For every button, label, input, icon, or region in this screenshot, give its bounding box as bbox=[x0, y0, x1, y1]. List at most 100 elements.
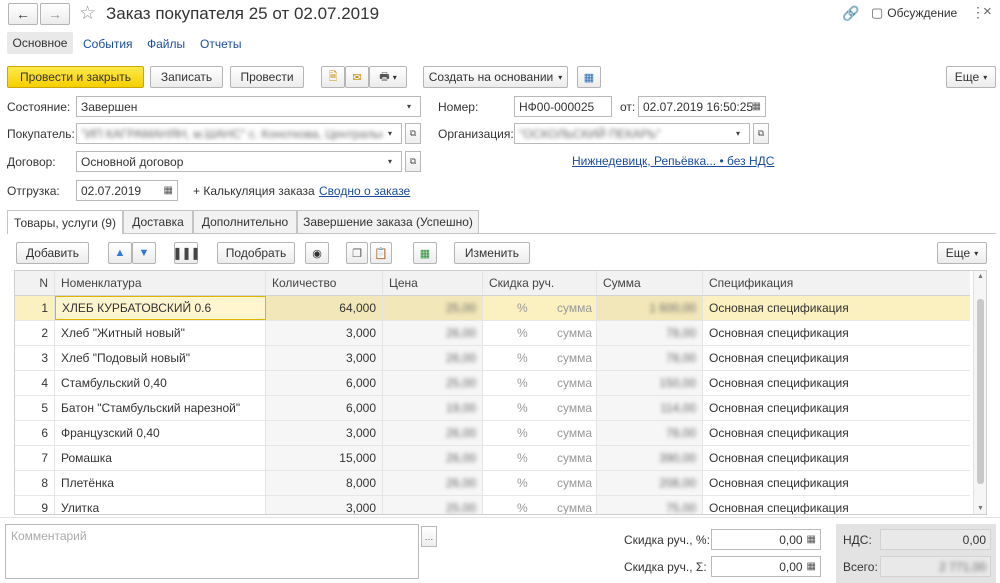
more-button[interactable]: Еще ▾ bbox=[946, 66, 996, 88]
price-cell[interactable]: 25,00 bbox=[383, 496, 483, 514]
add-row-button[interactable]: Добавить bbox=[16, 242, 89, 264]
row-number[interactable]: 9 bbox=[15, 496, 55, 514]
specification-cell[interactable]: Основная спецификация bbox=[703, 446, 970, 470]
sum-cell[interactable]: 1 600,00 bbox=[597, 296, 703, 320]
price-cell[interactable]: 26,00 bbox=[383, 421, 483, 445]
scroll-thumb[interactable] bbox=[977, 299, 984, 484]
pick-button[interactable]: Подобрать bbox=[217, 242, 295, 264]
column-header-item[interactable]: Номенклатура bbox=[55, 271, 266, 295]
specification-cell[interactable]: Основная спецификация bbox=[703, 471, 970, 495]
manual-discount-cell[interactable]: % сумма bbox=[483, 321, 597, 345]
forward-button[interactable]: → bbox=[40, 3, 70, 25]
price-cell[interactable]: 25,00 bbox=[383, 371, 483, 395]
item-name-cell[interactable]: Ромашка bbox=[55, 446, 266, 470]
calendar-icon[interactable]: ▦ bbox=[752, 101, 761, 112]
column-header-quantity[interactable]: Количество bbox=[266, 271, 383, 295]
report-table-button[interactable]: ▦ bbox=[413, 242, 437, 264]
quantity-cell[interactable]: 6,000 bbox=[266, 396, 383, 420]
table-row[interactable]: 8 Плетёнка 8,000 26,00% сумма 208,00 Основная … bbox=[15, 471, 970, 496]
discount-percent-field[interactable]: 0,00 ▦ bbox=[711, 529, 821, 550]
item-name-cell[interactable]: Французский 0,40 bbox=[55, 421, 266, 445]
barcode-button[interactable]: ❚❚❚ bbox=[172, 242, 201, 264]
row-number[interactable]: 6 bbox=[15, 421, 55, 445]
number-field[interactable]: НФ00-000025 bbox=[514, 96, 612, 117]
discussion-button[interactable]: ▢ Обсуждение bbox=[871, 5, 957, 21]
item-name-cell[interactable]: Хлеб "Подовый новый" bbox=[55, 346, 266, 370]
row-number[interactable]: 4 bbox=[15, 371, 55, 395]
row-number[interactable]: 3 bbox=[15, 346, 55, 370]
specification-cell[interactable]: Основная спецификация bbox=[703, 496, 970, 514]
document-date-field[interactable]: 02.07.2019 16:50:25 ▦ bbox=[638, 96, 766, 117]
close-icon[interactable]: × bbox=[983, 3, 992, 20]
calendar-icon[interactable]: ▦ bbox=[164, 185, 173, 196]
chevron-down-icon[interactable]: ▾ bbox=[383, 129, 397, 138]
scroll-up-arrow-icon[interactable]: ▲ bbox=[977, 273, 984, 280]
column-header-discount[interactable]: Скидка руч. bbox=[483, 271, 597, 295]
price-cell[interactable]: 25,00 bbox=[383, 296, 483, 320]
table-row[interactable]: 1 ХЛЕБ КУРБАТОВСКИЙ 0.6 64,000 25,00% сумма 1… bbox=[15, 296, 970, 321]
table-scrollbar[interactable]: ▲ ▼ bbox=[973, 271, 986, 514]
copy-button[interactable]: ❐ bbox=[346, 242, 368, 264]
sum-cell[interactable]: 114,00 bbox=[597, 396, 703, 420]
buyer-open-button[interactable]: ⧉ bbox=[405, 123, 421, 144]
quantity-cell[interactable]: 3,000 bbox=[266, 496, 383, 514]
price-cell[interactable]: 26,00 bbox=[383, 446, 483, 470]
organization-field[interactable]: "ОСКОЛЬСКИЙ ПЕКАРЬ" ▾ bbox=[514, 123, 750, 144]
tab-events[interactable]: События bbox=[83, 37, 133, 51]
item-name-cell[interactable]: Стамбульский 0,40 bbox=[55, 371, 266, 395]
paste-button[interactable]: 📋 bbox=[370, 242, 392, 264]
specification-cell[interactable]: Основная спецификация bbox=[703, 346, 970, 370]
table-row[interactable]: 4 Стамбульский 0,40 6,000 25,00% сумма 150,00… bbox=[15, 371, 970, 396]
calculator-icon[interactable]: ▦ bbox=[807, 534, 816, 545]
table-row[interactable]: 5 Батон "Стамбульский нарезной" 6,000 19,00… bbox=[15, 396, 970, 421]
calculation-toggle[interactable]: + Калькуляция заказа bbox=[193, 184, 315, 198]
table-row[interactable]: 6 Французский 0,40 3,000 26,00% сумма 78,00 Ос… bbox=[15, 421, 970, 446]
column-header-sum[interactable]: Сумма bbox=[597, 271, 703, 295]
specification-cell[interactable]: Основная спецификация bbox=[703, 371, 970, 395]
manual-discount-cell[interactable]: % сумма bbox=[483, 296, 597, 320]
manual-discount-cell[interactable]: % сумма bbox=[483, 371, 597, 395]
price-cell[interactable]: 26,00 bbox=[383, 471, 483, 495]
sum-cell[interactable]: 75,00 bbox=[597, 496, 703, 514]
item-name-cell[interactable]: ХЛЕБ КУРБАТОВСКИЙ 0.6 bbox=[55, 296, 266, 320]
sum-cell[interactable]: 390,00 bbox=[597, 446, 703, 470]
contract-open-button[interactable]: ⧉ bbox=[405, 151, 421, 172]
table-more-button[interactable]: Еще ▾ bbox=[937, 242, 987, 264]
manual-discount-cell[interactable]: % сумма bbox=[483, 446, 597, 470]
manual-discount-cell[interactable]: % сумма bbox=[483, 396, 597, 420]
sum-cell[interactable]: 208,00 bbox=[597, 471, 703, 495]
row-number[interactable]: 5 bbox=[15, 396, 55, 420]
sum-cell[interactable]: 78,00 bbox=[597, 421, 703, 445]
table-row[interactable]: 7 Ромашка 15,000 26,00% сумма 390,00 Основная … bbox=[15, 446, 970, 471]
order-summary-link[interactable]: Сводно о заказе bbox=[319, 184, 410, 198]
item-name-cell[interactable]: Плетёнка bbox=[55, 471, 266, 495]
state-field[interactable]: Завершен ▾ bbox=[76, 96, 421, 117]
column-header-specification[interactable]: Спецификация bbox=[703, 271, 970, 295]
view-button[interactable]: ◉ bbox=[305, 242, 329, 264]
tab-delivery[interactable]: Доставка bbox=[123, 210, 193, 233]
column-header-price[interactable]: Цена bbox=[383, 271, 483, 295]
item-name-cell[interactable]: Улитка bbox=[55, 496, 266, 514]
link-icon[interactable]: 🔗 bbox=[842, 5, 859, 22]
change-button[interactable]: Изменить bbox=[454, 242, 530, 264]
delivery-link[interactable]: Нижнедевицк, Репьёвка... • без НДС bbox=[572, 154, 774, 168]
scroll-down-arrow-icon[interactable]: ▼ bbox=[977, 505, 984, 512]
quantity-cell[interactable]: 15,000 bbox=[266, 446, 383, 470]
organization-open-button[interactable]: ⧉ bbox=[753, 123, 769, 144]
tab-files[interactable]: Файлы bbox=[147, 37, 185, 51]
manual-discount-cell[interactable]: % сумма bbox=[483, 421, 597, 445]
price-cell[interactable]: 19,00 bbox=[383, 396, 483, 420]
chevron-down-icon[interactable]: ▾ bbox=[383, 157, 397, 166]
chevron-down-icon[interactable]: ▾ bbox=[402, 102, 416, 111]
table-row[interactable]: 2 Хлеб "Житный новый" 3,000 26,00% сумма 78,0… bbox=[15, 321, 970, 346]
email-button[interactable]: ✉ bbox=[345, 66, 369, 88]
move-up-button[interactable]: ▲ bbox=[108, 242, 132, 264]
price-cell[interactable]: 26,00 bbox=[383, 321, 483, 345]
structure-button[interactable]: 🗎 bbox=[321, 66, 345, 88]
quantity-cell[interactable]: 3,000 bbox=[266, 346, 383, 370]
post-button[interactable]: Провести bbox=[230, 66, 304, 88]
discount-sum-field[interactable]: 0,00 ▦ bbox=[711, 556, 821, 577]
specification-cell[interactable]: Основная спецификация bbox=[703, 321, 970, 345]
tab-reports[interactable]: Отчеты bbox=[200, 37, 241, 51]
price-cell[interactable]: 26,00 bbox=[383, 346, 483, 370]
